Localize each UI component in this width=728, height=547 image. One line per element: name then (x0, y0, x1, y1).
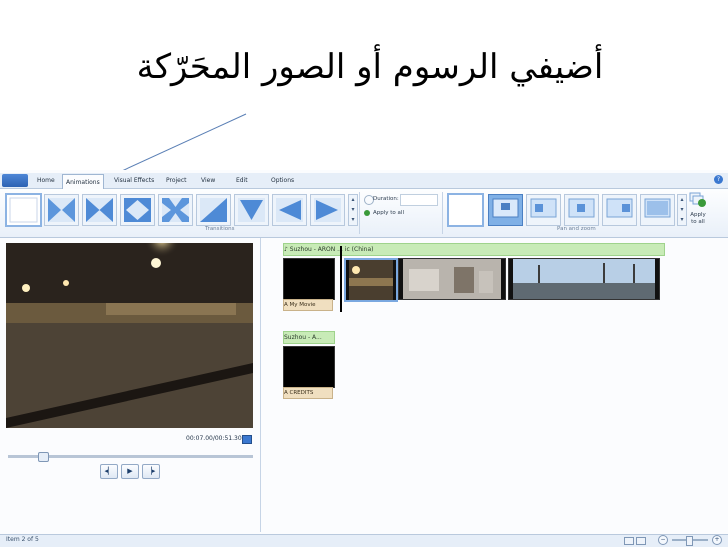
zoom-out-icon[interactable]: − (658, 535, 668, 545)
ribbon-separator (359, 192, 360, 234)
credits-caption[interactable]: A CREDITS (283, 387, 333, 399)
video-clip[interactable] (398, 258, 506, 300)
title-caption[interactable]: A My Movie (283, 299, 333, 311)
apply-all-icon (689, 192, 706, 207)
duration-dropdown[interactable] (400, 194, 438, 206)
transition-wedge[interactable] (196, 194, 231, 226)
title-clip[interactable] (283, 258, 335, 300)
pan-zoom-option-4[interactable] (602, 194, 637, 226)
storyboard-view-icon[interactable] (624, 537, 634, 545)
pan-zoom-gallery-scroll[interactable]: ▴ ▾ ▾ (677, 194, 687, 226)
transitions-group-label: Transitions (205, 226, 235, 232)
caption-text: CREDITS (289, 390, 314, 396)
status-bar (0, 534, 728, 547)
apply-to-all-button[interactable]: Apply to all (373, 210, 404, 216)
pan-zoom-option-5[interactable] (640, 194, 675, 226)
tab-project[interactable]: Project (166, 173, 187, 188)
status-text: Item 2 of 5 (6, 536, 39, 543)
pan-zoom-none[interactable] (447, 193, 484, 227)
apply-icon (364, 210, 370, 216)
pan-zoom-option-1[interactable] (488, 194, 523, 226)
play-button[interactable]: ▶ (121, 464, 139, 479)
tab-animations[interactable]: Animations (62, 174, 104, 189)
music-track-label: Suzhou - ARON ... ic (China) (289, 246, 374, 253)
app-menu-button[interactable] (2, 174, 28, 187)
apply-to-all-pz-button[interactable]: Apply to all (687, 192, 709, 225)
next-frame-button[interactable]: ▕▸ (142, 464, 160, 479)
transition-none[interactable] (5, 193, 42, 227)
split-icon[interactable] (242, 435, 252, 444)
pan-zoom-group-label: Pan and zoom (557, 226, 596, 232)
thumbnail-view-icon[interactable] (636, 537, 646, 545)
transitions-gallery-scroll[interactable]: ▴ ▾ ▾ (348, 194, 358, 226)
video-clip[interactable] (508, 258, 660, 300)
transition-cross[interactable] (158, 194, 193, 226)
preview-frame-image (6, 243, 253, 428)
duration-label: Duration: (373, 196, 399, 202)
tab-visual-effects[interactable]: Visual Effects (114, 173, 154, 188)
pan-zoom-option-2[interactable] (526, 194, 561, 226)
tab-home[interactable]: Home (37, 173, 55, 188)
music-track-2[interactable]: Suzhou - A... (283, 331, 335, 344)
transition-arrow-right[interactable] (310, 194, 345, 226)
video-preview (6, 243, 253, 428)
transition-arrow-left[interactable] (272, 194, 307, 226)
pan-zoom-option-3[interactable] (564, 194, 599, 226)
zoom-in-icon[interactable]: + (712, 535, 722, 545)
transition-arrow-down[interactable] (234, 194, 269, 226)
zoom-slider-thumb[interactable] (686, 536, 693, 546)
video-clip-selected[interactable] (344, 258, 398, 302)
transition-bowtie[interactable] (82, 194, 117, 226)
playback-time: 00:07.00/00:51.30 (186, 435, 242, 442)
apply-to-all-pz-label: Apply to all (690, 212, 706, 225)
seek-thumb[interactable] (38, 452, 49, 462)
tab-options[interactable]: Options (271, 173, 294, 188)
help-icon[interactable]: ? (714, 175, 723, 184)
previous-frame-button[interactable]: ◂▏ (100, 464, 118, 479)
playhead[interactable] (340, 246, 342, 312)
credits-clip[interactable] (283, 346, 335, 388)
caption-text: My Movie (289, 302, 316, 308)
tab-view[interactable]: View (201, 173, 215, 188)
transition-diagonal[interactable] (44, 194, 79, 226)
tab-edit[interactable]: Edit (236, 173, 248, 188)
slide-heading: أضيفي الرسوم أو الصور المحَرّكة (136, 47, 604, 87)
ribbon-tab-bar: Home Animations Visual Effects Project V… (0, 173, 728, 189)
ribbon-separator (442, 192, 443, 234)
caption-icon: A (284, 390, 288, 396)
pane-divider (260, 238, 261, 532)
music-note-icon: ♪ (284, 246, 288, 253)
caption-icon: A (284, 302, 288, 308)
transition-diamond[interactable] (120, 194, 155, 226)
